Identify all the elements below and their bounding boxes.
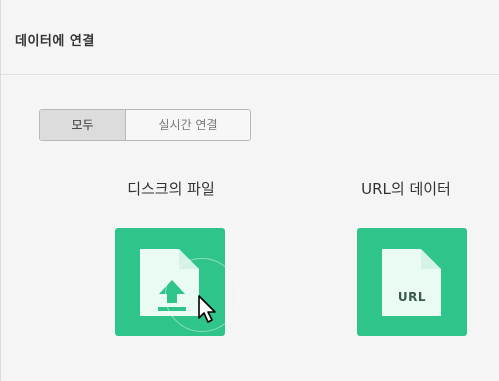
dialog-header: 데이터에 연결 [1, 0, 499, 75]
dialog-title: 데이터에 연결 [15, 34, 95, 49]
filter-tabs: 모두 실시간 연결 [39, 109, 251, 141]
connect-data-dialog: 데이터에 연결 모두 실시간 연결 디스크의 파일 URL의 데이터 URL [0, 0, 499, 381]
disk-file-button[interactable] [115, 228, 225, 336]
url-data-button[interactable]: URL [357, 228, 467, 336]
url-data-label: URL의 데이터 [361, 180, 451, 198]
file-url-icon [382, 249, 441, 316]
file-upload-icon [140, 249, 199, 316]
tab-all[interactable]: 모두 [40, 110, 126, 140]
url-badge: URL [397, 290, 427, 304]
tab-live-connection[interactable]: 실시간 연결 [126, 110, 250, 140]
disk-file-label: 디스크의 파일 [127, 180, 215, 198]
